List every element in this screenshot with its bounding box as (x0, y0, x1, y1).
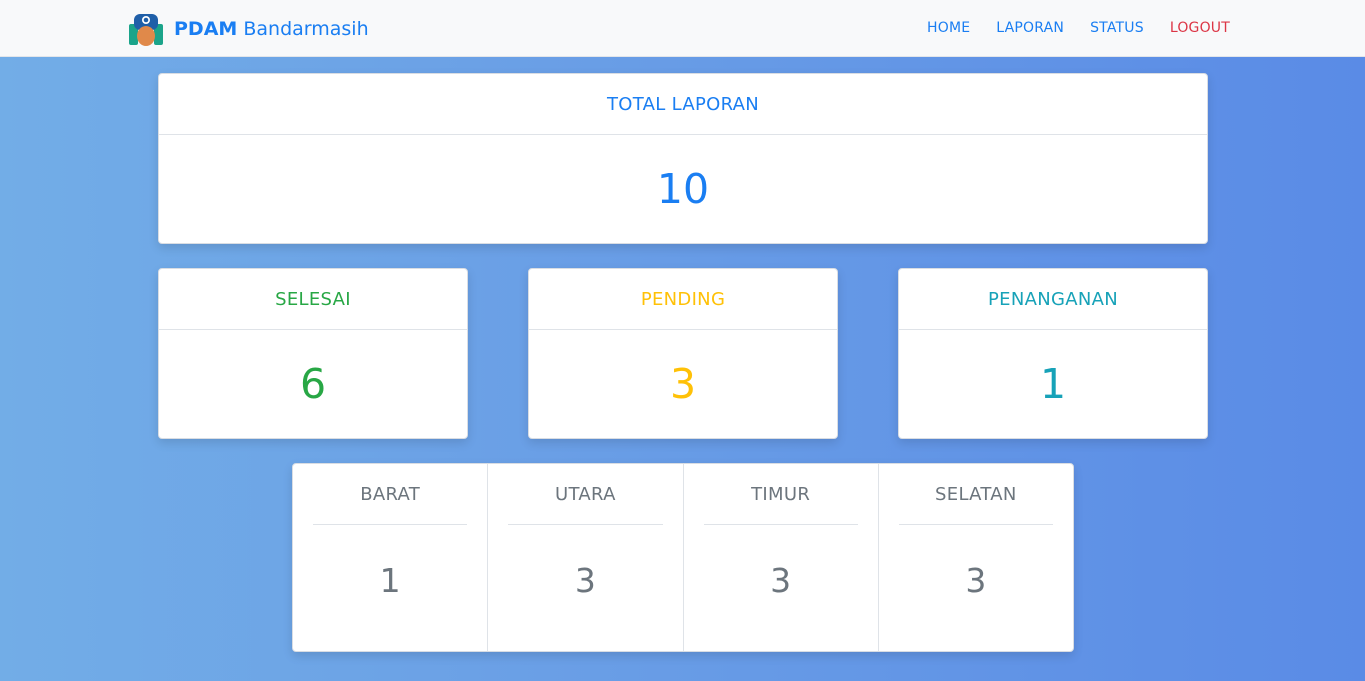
brand-link[interactable]: PDAM Bandarmasih (128, 12, 369, 46)
region-barat: BARAT 1 (293, 464, 489, 651)
region-title: UTARA (508, 464, 663, 525)
nav-laporan-link[interactable]: LAPORAN (996, 20, 1064, 36)
selesai-value: 6 (299, 360, 327, 408)
nav-home-link[interactable]: HOME (927, 20, 970, 36)
pdam-logo-icon (129, 14, 163, 46)
total-laporan-value: 10 (656, 165, 710, 213)
region-card: BARAT 1 UTARA 3 TIMUR 3 SELATAN 3 (292, 463, 1074, 652)
penanganan-card: PENANGANAN 1 (898, 268, 1208, 439)
total-laporan-title: TOTAL LAPORAN (159, 74, 1207, 135)
region-value: 1 (379, 560, 401, 600)
pending-value: 3 (669, 360, 697, 408)
nav-status-link[interactable]: STATUS (1090, 20, 1144, 36)
nav-links: HOME LAPORAN STATUS LOGOUT (901, 0, 1230, 56)
selesai-card: SELESAI 6 (158, 268, 468, 439)
region-selatan: SELATAN 3 (879, 464, 1073, 651)
region-value: 3 (574, 560, 596, 600)
selesai-title: SELESAI (159, 269, 467, 330)
penanganan-title: PENANGANAN (899, 269, 1207, 330)
region-title: BARAT (313, 464, 468, 525)
region-timur: TIMUR 3 (684, 464, 879, 651)
brand-name: PDAM Bandarmasih (174, 18, 369, 40)
pending-card: PENDING 3 (528, 268, 838, 439)
region-title: SELATAN (898, 464, 1053, 525)
region-title: TIMUR (703, 464, 858, 525)
pending-title: PENDING (529, 269, 837, 330)
region-value: 3 (770, 560, 792, 600)
navbar: PDAM Bandarmasih HOME LAPORAN STATUS LOG… (0, 0, 1365, 57)
nav-logout-link[interactable]: LOGOUT (1170, 20, 1230, 36)
total-laporan-card: TOTAL LAPORAN 10 (158, 73, 1208, 244)
region-value: 3 (965, 560, 987, 600)
penanganan-value: 1 (1039, 360, 1067, 408)
region-utara: UTARA 3 (488, 464, 684, 651)
